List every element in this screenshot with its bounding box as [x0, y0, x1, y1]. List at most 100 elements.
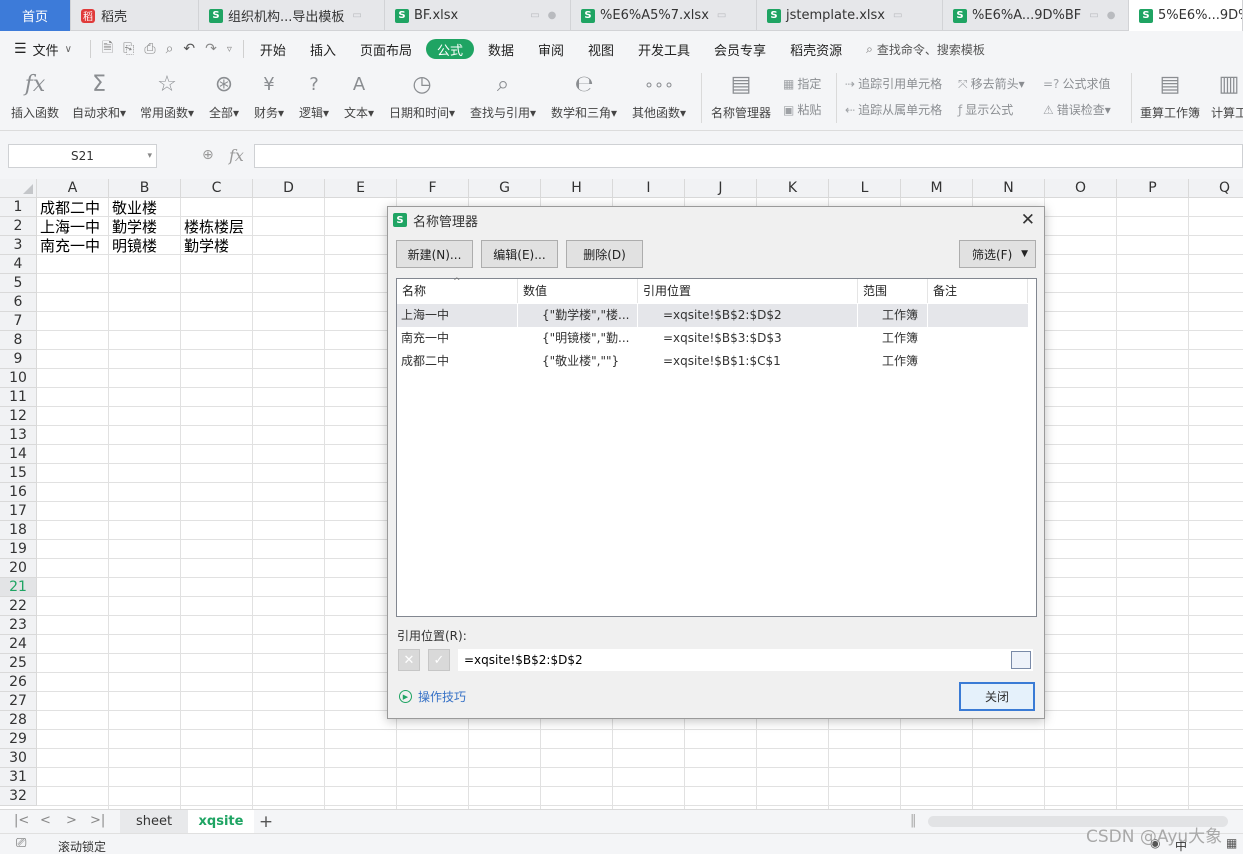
date-time-button[interactable]: ◷ 日期和时间▾ [389, 71, 455, 121]
show-formulas-button[interactable]: ƒ 显示公式 [958, 101, 1013, 118]
list-item[interactable]: 南充一中 {"明镜楼","勤... =xqsite!$B$3:$D$3 工作簿 [397, 327, 1028, 350]
row-header-8[interactable]: 8 [0, 331, 37, 350]
cell-C2[interactable]: 楼栋楼层 [182, 218, 244, 237]
new-name-button[interactable]: 新建(N)... [396, 240, 473, 268]
assign-name-button[interactable]: ▦ 指定 [783, 75, 821, 92]
row-header-15[interactable]: 15 [0, 464, 37, 483]
close-icon[interactable]: ✕ [1021, 210, 1035, 230]
column-header-value[interactable]: 数值 [518, 279, 638, 303]
calculation-tool-button[interactable]: ▥ 计算工 [1211, 71, 1243, 121]
column-header-K[interactable]: K [757, 179, 829, 198]
row-header-21[interactable]: 21 [0, 578, 37, 597]
column-header-M[interactable]: M [901, 179, 973, 198]
trace-precedents-button[interactable]: ⇢ 追踪引用单元格 [845, 75, 942, 92]
name-box[interactable]: S21 ▾ [8, 144, 157, 168]
column-header-I[interactable]: I [613, 179, 685, 198]
cell-A1[interactable]: 成都二中 [38, 199, 100, 218]
evaluate-formula-button[interactable]: =? 公式求值 [1043, 75, 1110, 92]
column-header-F[interactable]: F [397, 179, 469, 198]
name-manager-button[interactable]: ▤ 名称管理器 [711, 71, 771, 121]
menu-member[interactable]: 会员专享 [702, 31, 778, 67]
menu-review[interactable]: 审阅 [526, 31, 576, 67]
row-header-27[interactable]: 27 [0, 692, 37, 711]
confirm-edit-icon[interactable]: ✓ [428, 649, 450, 671]
list-item[interactable]: 成都二中 {"敬业楼",""} =xqsite!$B$1:$C$1 工作簿 [397, 350, 1028, 373]
add-sheet-button[interactable]: + [256, 810, 276, 833]
column-header-comment[interactable]: 备注 [928, 279, 1028, 303]
column-header-G[interactable]: G [469, 179, 541, 198]
row-header-10[interactable]: 10 [0, 369, 37, 388]
row-header-16[interactable]: 16 [0, 483, 37, 502]
column-header-D[interactable]: D [253, 179, 325, 198]
last-sheet-icon[interactable]: >| [90, 813, 105, 828]
cell-A2[interactable]: 上海一中 [38, 218, 100, 237]
column-header-C[interactable]: C [181, 179, 253, 198]
row-header-30[interactable]: 30 [0, 749, 37, 768]
column-header-P[interactable]: P [1117, 179, 1189, 198]
column-header-J[interactable]: J [685, 179, 757, 198]
command-search[interactable]: ⌕ 查找命令、搜索模板 [854, 31, 997, 67]
row-header-14[interactable]: 14 [0, 445, 37, 464]
close-button[interactable]: 关闭 [959, 682, 1035, 711]
menu-developer[interactable]: 开发工具 [626, 31, 702, 67]
save-icon[interactable]: 🗎 [97, 37, 118, 61]
row-header-19[interactable]: 19 [0, 540, 37, 559]
tab-docer[interactable]: 稻稻壳 [71, 0, 199, 31]
export-icon[interactable]: ⎘ [118, 41, 139, 57]
menu-view[interactable]: 视图 [576, 31, 626, 67]
column-header-L[interactable]: L [829, 179, 901, 198]
more-functions-button[interactable]: ∘∘∘ 其他函数▾ [632, 71, 686, 121]
delete-name-button[interactable]: 删除(D) [566, 240, 643, 268]
sheet-tab-sheet[interactable]: sheet [120, 810, 188, 833]
logical-button[interactable]: ? 逻辑▾ [299, 71, 329, 121]
column-header-refers-to[interactable]: 引用位置 [638, 279, 858, 303]
zoom-icon[interactable]: ⊕ [202, 147, 214, 163]
cell-B3[interactable]: 明镜楼 [110, 237, 157, 256]
row-header-26[interactable]: 26 [0, 673, 37, 692]
row-header-5[interactable]: 5 [0, 274, 37, 293]
recalculate-workbook-button[interactable]: ▤ 重算工作簿 [1140, 71, 1200, 121]
fx-icon[interactable]: fx [229, 146, 244, 165]
menu-home[interactable]: 开始 [248, 31, 298, 67]
tab-document-active[interactable]: S 5%E6%...9D%BF [1129, 0, 1243, 31]
cell-B2[interactable]: 勤学楼 [110, 218, 157, 237]
column-header-name[interactable]: 名称 ^ [397, 277, 518, 303]
tab-document[interactable]: S %E6%A...9D%BF ▭ ● [943, 0, 1129, 31]
error-check-button[interactable]: ⚠ 错误检查▾ [1043, 101, 1111, 118]
row-header-12[interactable]: 12 [0, 407, 37, 426]
undo-icon[interactable]: ↶ [178, 41, 200, 57]
tips-link[interactable]: ▶ 操作技巧 [399, 688, 466, 705]
filter-button[interactable]: 筛选(F) ▼ [959, 240, 1036, 268]
row-header-17[interactable]: 17 [0, 502, 37, 521]
refers-to-input[interactable]: =xqsite!$B$2:$D$2 [458, 649, 1033, 671]
print-preview-icon[interactable]: ⌕ [161, 41, 179, 57]
row-header-25[interactable]: 25 [0, 654, 37, 673]
column-header-O[interactable]: O [1045, 179, 1117, 198]
list-item[interactable]: 上海一中 {"勤学楼","楼... =xqsite!$B$2:$D$2 工作簿 [397, 304, 1028, 327]
remove-arrows-button[interactable]: ⤧ 移去箭头▾ [958, 75, 1025, 92]
common-functions-button[interactable]: ☆ 常用函数▾ [140, 71, 194, 121]
tab-document[interactable]: S 组织机构...导出模板 ▭ [199, 0, 385, 31]
menu-data[interactable]: 数据 [476, 31, 526, 67]
row-header-24[interactable]: 24 [0, 635, 37, 654]
cell-B1[interactable]: 敬业楼 [110, 199, 157, 218]
names-list[interactable]: 名称 ^ 数值 引用位置 范围 备注 上海一中 {"勤学楼","楼... =xqs… [396, 277, 1037, 617]
column-header-E[interactable]: E [325, 179, 397, 198]
row-header-4[interactable]: 4 [0, 255, 37, 274]
row-header-23[interactable]: 23 [0, 616, 37, 635]
menu-page-layout[interactable]: 页面布局 [348, 31, 424, 67]
redo-icon[interactable]: ↷ [200, 41, 222, 57]
paste-name-button[interactable]: ▣ 粘贴 [783, 101, 821, 118]
row-header-7[interactable]: 7 [0, 312, 37, 331]
lookup-reference-button[interactable]: ⌕ 查找与引用▾ [470, 71, 536, 121]
column-header-scope[interactable]: 范围 [858, 279, 928, 303]
insert-function-button[interactable]: fx 插入函数 [11, 71, 59, 121]
row-header-3[interactable]: 3 [0, 236, 37, 255]
row-header-29[interactable]: 29 [0, 730, 37, 749]
scroll-split-icon[interactable]: ‖ [910, 813, 917, 828]
row-header-13[interactable]: 13 [0, 426, 37, 445]
column-header-Q[interactable]: Q [1189, 179, 1243, 198]
edit-name-button[interactable]: 编辑(E)... [481, 240, 558, 268]
column-header-B[interactable]: B [109, 179, 181, 198]
next-sheet-icon[interactable]: > [66, 813, 77, 828]
